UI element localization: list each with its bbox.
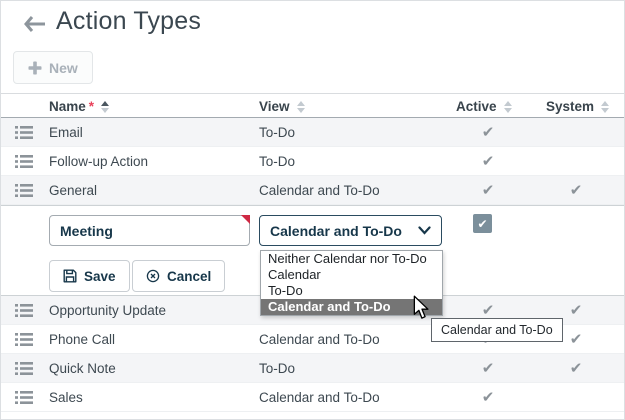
drag-handle-icon[interactable]	[15, 325, 35, 354]
tooltip: Calendar and To-Do	[431, 318, 563, 342]
save-button[interactable]: Save	[49, 260, 130, 292]
dropdown-option[interactable]: To-Do	[261, 283, 442, 299]
sort-icon-active	[504, 101, 512, 113]
cancel-button-label: Cancel	[167, 269, 211, 284]
new-button[interactable]: New	[13, 51, 93, 84]
system-check-icon: ✔	[559, 325, 593, 354]
system-check-icon: ✔	[559, 354, 593, 383]
cancel-icon	[146, 269, 160, 283]
drag-handle-icon[interactable]	[15, 354, 35, 383]
row-name: General	[49, 176, 97, 205]
row-name: Phone Call	[49, 325, 115, 354]
page-title: Action Types	[56, 7, 201, 36]
active-checkbox[interactable]: ✔	[473, 214, 492, 233]
row-name: Email	[49, 118, 83, 147]
table-row[interactable]: Follow-up Action To-Do ✔ ✔	[1, 147, 624, 176]
back-arrow-icon[interactable]	[23, 15, 47, 33]
active-check-icon: ✔	[471, 383, 505, 412]
system-check-icon: ✔	[559, 176, 593, 205]
action-types-page: Action Types New Name* View Active Syste…	[0, 0, 625, 420]
table-row[interactable]: Email To-Do ✔ ✔	[1, 118, 624, 147]
sort-icon-system	[601, 101, 609, 113]
sort-icon-view	[297, 101, 305, 113]
view-select-dropdown: Neither Calendar nor To-Do Calendar To-D…	[260, 250, 443, 316]
chevron-down-icon	[418, 226, 431, 235]
drag-handle-icon[interactable]	[15, 296, 35, 325]
table-row[interactable]: Quick Note To-Do ✔ ✔	[1, 354, 624, 383]
row-view: Calendar and To-Do	[259, 176, 380, 205]
dropdown-option-highlighted[interactable]: Calendar and To-Do	[261, 299, 442, 315]
view-select[interactable]: Calendar and To-Do	[259, 215, 442, 246]
checkbox-check-icon: ✔	[477, 217, 487, 231]
sort-icon-name	[101, 101, 109, 113]
column-header-view[interactable]: View	[259, 94, 305, 119]
drag-handle-icon[interactable]	[15, 147, 35, 176]
cancel-button[interactable]: Cancel	[132, 260, 225, 292]
row-view: To-Do	[259, 118, 295, 147]
drag-handle-icon[interactable]	[15, 118, 35, 147]
active-check-icon: ✔	[471, 147, 505, 176]
view-select-value: Calendar and To-Do	[270, 223, 402, 239]
system-check-icon: ✔	[559, 296, 593, 325]
dropdown-option[interactable]: Neither Calendar nor To-Do	[261, 251, 442, 267]
row-view: Calendar and To-Do	[259, 383, 380, 412]
row-name: Follow-up Action	[49, 147, 148, 176]
column-header-active[interactable]: Active	[456, 94, 512, 119]
plus-icon	[28, 61, 42, 75]
drag-handle-icon[interactable]	[15, 383, 35, 412]
table-row[interactable]: General Calendar and To-Do ✔ ✔	[1, 176, 624, 205]
column-header-system[interactable]: System	[546, 94, 609, 119]
drag-handle-icon[interactable]	[15, 176, 35, 205]
active-check-icon: ✔	[471, 118, 505, 147]
table-row[interactable]: Sales Calendar and To-Do ✔ ✔	[1, 383, 624, 412]
row-view: To-Do	[259, 147, 295, 176]
column-header-name[interactable]: Name*	[49, 94, 109, 119]
new-button-label: New	[49, 60, 78, 76]
row-view: Calendar and To-Do	[259, 325, 380, 354]
active-check-icon: ✔	[471, 354, 505, 383]
active-check-icon: ✔	[471, 176, 505, 205]
save-button-label: Save	[84, 269, 116, 284]
save-icon	[63, 269, 77, 283]
required-corner-marker	[241, 215, 250, 224]
row-name: Sales	[49, 383, 83, 412]
row-view: To-Do	[259, 354, 295, 383]
required-asterisk: *	[89, 99, 94, 114]
row-name: Opportunity Update	[49, 296, 166, 325]
row-name: Quick Note	[49, 354, 116, 383]
table-header: Name* View Active System	[1, 93, 624, 118]
name-input[interactable]	[49, 215, 250, 246]
dropdown-option[interactable]: Calendar	[261, 267, 442, 283]
